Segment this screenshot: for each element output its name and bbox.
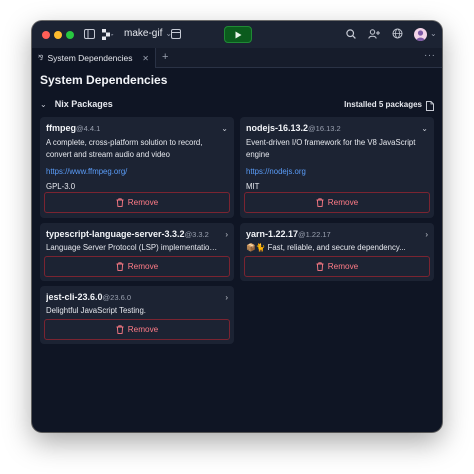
more-options-icon[interactable]: ··· [424, 50, 436, 61]
chevron-right-icon[interactable]: › [225, 293, 228, 302]
nix-icon: ⅋ [38, 54, 44, 62]
remove-label: Remove [327, 198, 359, 207]
remove-button[interactable]: Remove [44, 319, 230, 340]
repl-info-icon[interactable] [171, 29, 181, 39]
package-card-ffmpeg: ffmpeg @4.4.1 ⌄ A complete, cross-platfo… [40, 117, 234, 218]
trash-icon [316, 198, 324, 207]
package-name: yarn-1.22.17 [246, 229, 299, 239]
package-license: MIT [246, 182, 260, 191]
package-card-jest-cli: jest-cli-23.6.0 @23.6.0 › Delightful Jav… [40, 286, 234, 344]
close-window-button[interactable] [42, 31, 50, 39]
chevron-down-icon[interactable]: ⌄ [221, 124, 228, 133]
trash-icon [116, 262, 124, 271]
remove-label: Remove [327, 262, 359, 271]
nix-packages-header[interactable]: ⌄ Nix Packages Installed 5 packages [40, 97, 434, 111]
remove-label: Remove [127, 198, 159, 207]
trash-icon [116, 198, 124, 207]
page-title: System Dependencies [40, 73, 168, 87]
run-button[interactable] [224, 26, 252, 43]
package-version: @16.13.2 [308, 124, 341, 133]
close-tab-icon[interactable]: ✕ [142, 54, 149, 63]
app-window: make-gif ⌄ ⌄ ⅋ System Dependencies ✕ + ·… [32, 21, 442, 432]
installed-count: Installed 5 packages [344, 99, 422, 109]
package-description: A complete, cross-platform solution to r… [46, 138, 203, 159]
document-icon[interactable] [426, 98, 434, 116]
user-avatar[interactable] [414, 28, 427, 41]
repl-name-label: make-gif [124, 28, 163, 39]
package-homepage-link[interactable]: https://www.ffmpeg.org/ [46, 167, 228, 176]
package-version: @3.3.2 [184, 230, 209, 239]
package-version: @4.4.1 [76, 124, 101, 133]
package-version: @1.22.17 [298, 230, 331, 239]
remove-button[interactable]: Remove [244, 256, 430, 277]
trash-icon [316, 262, 324, 271]
remove-button[interactable]: Remove [44, 256, 230, 277]
package-homepage-link[interactable]: https://nodejs.org [246, 167, 428, 176]
chevron-right-icon[interactable]: › [225, 230, 228, 239]
package-description: Event-driven I/O framework for the V8 Ja… [246, 138, 416, 159]
package-description: Language Server Protocol (LSP) implement… [46, 243, 225, 252]
title-bar: make-gif ⌄ ⌄ [32, 21, 442, 48]
chevron-down-icon[interactable]: ⌄ [430, 29, 437, 38]
minimize-window-button[interactable] [54, 31, 62, 39]
package-name: nodejs-16.13.2 [246, 123, 309, 133]
trash-icon [116, 325, 124, 334]
replit-logo-icon[interactable] [102, 29, 114, 40]
invite-user-icon[interactable] [368, 29, 380, 39]
remove-button[interactable]: Remove [44, 192, 230, 213]
package-card-yarn: yarn-1.22.17 @1.22.17 › 📦🐈 Fast, reliabl… [240, 223, 434, 281]
package-description: Delightful JavaScript Testing. [46, 306, 146, 315]
search-icon[interactable] [346, 29, 356, 39]
tab-bar: ⅋ System Dependencies ✕ + ··· [32, 48, 442, 68]
globe-icon[interactable] [392, 28, 403, 39]
remove-button[interactable]: Remove [244, 192, 430, 213]
package-description: 📦🐈 Fast, reliable, and secure dependency… [246, 243, 406, 252]
package-card-typescript-language-server: typescript-language-server-3.3.2 @3.3.2 … [40, 223, 234, 281]
chevron-right-icon[interactable]: › [425, 230, 428, 239]
package-name: jest-cli-23.6.0 [46, 292, 103, 302]
package-name: typescript-language-server-3.3.2 [46, 229, 185, 239]
section-title: Nix Packages [54, 99, 113, 109]
tab-system-dependencies[interactable]: ⅋ System Dependencies ✕ [32, 48, 156, 68]
package-name: ffmpeg [46, 123, 76, 133]
play-icon [235, 31, 241, 38]
package-version: @23.6.0 [102, 293, 131, 302]
package-card-nodejs: nodejs-16.13.2 @16.13.2 ⌄ Event-driven I… [240, 117, 434, 218]
remove-label: Remove [127, 325, 159, 334]
tab-label: System Dependencies [47, 53, 133, 63]
maximize-window-button[interactable] [66, 31, 74, 39]
chevron-down-icon[interactable]: ⌄ [421, 124, 428, 133]
sidebar-toggle-icon[interactable] [84, 29, 95, 39]
remove-label: Remove [127, 262, 159, 271]
package-license: GPL-3.0 [46, 182, 76, 191]
chevron-down-icon[interactable]: ⌄ [40, 100, 47, 109]
add-tab-icon[interactable]: + [162, 51, 168, 63]
repl-name-dropdown[interactable]: make-gif ⌄ [124, 28, 172, 39]
